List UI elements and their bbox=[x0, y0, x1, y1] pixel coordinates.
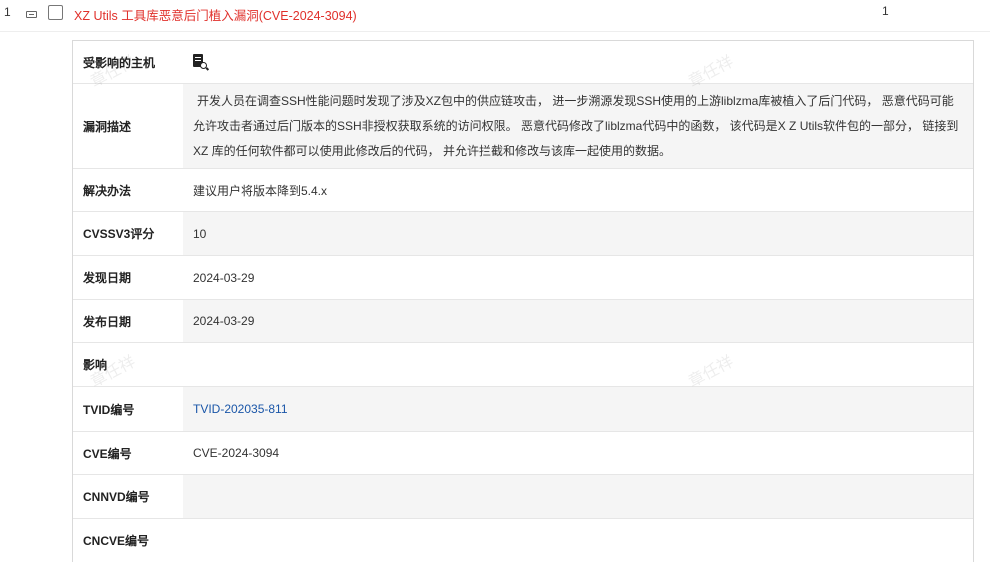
cve-value: CVE-2024-3094 bbox=[193, 446, 280, 460]
impact-label: 影响 bbox=[73, 343, 183, 386]
detail-row-cnnvd: CNNVD编号 bbox=[73, 475, 973, 519]
impact-value bbox=[183, 343, 973, 386]
cnnvd-label: CNNVD编号 bbox=[73, 475, 183, 518]
vuln-detail-panel: 受影响的主机 漏洞描述 开发人员在调查SSH性能问题时发现了涉及XZ包中的供应链… bbox=[72, 40, 974, 562]
detail-row-affected-host: 受影响的主机 bbox=[73, 41, 973, 84]
row-checkbox[interactable] bbox=[48, 5, 63, 20]
publish-date-value: 2024-03-29 bbox=[183, 300, 973, 342]
detail-row-cve: CVE编号 CVE-2024-3094 bbox=[73, 432, 973, 475]
detail-row-solution: 解决办法 建议用户将版本降到5.4.x bbox=[73, 169, 973, 212]
cvss-value: 10 bbox=[183, 212, 973, 255]
description-label: 漏洞描述 bbox=[73, 84, 183, 168]
tvid-value: TVID-202035-811 bbox=[183, 387, 973, 431]
vuln-title[interactable]: XZ Utils 工具库恶意后门植入漏洞(CVE-2024-3094) bbox=[74, 5, 357, 24]
tvid-link[interactable]: TVID-202035-811 bbox=[193, 402, 288, 416]
detail-row-impact: 影响 bbox=[73, 343, 973, 387]
row-count: 1 bbox=[882, 4, 889, 18]
vuln-list-row[interactable]: 1 XZ Utils 工具库恶意后门植入漏洞(CVE-2024-3094) 1 bbox=[0, 0, 990, 32]
affected-host-label: 受影响的主机 bbox=[73, 41, 183, 83]
detail-row-publish-date: 发布日期 2024-03-29 bbox=[73, 300, 973, 343]
description-value: 开发人员在调查SSH性能问题时发现了涉及XZ包中的供应链攻击， 进一步溯源发现S… bbox=[183, 84, 973, 168]
host-search-icon[interactable] bbox=[193, 54, 207, 70]
detail-row-description: 漏洞描述 开发人员在调查SSH性能问题时发现了涉及XZ包中的供应链攻击， 进一步… bbox=[73, 84, 973, 169]
solution-value: 建议用户将版本降到5.4.x bbox=[193, 183, 328, 198]
collapse-icon[interactable] bbox=[26, 11, 37, 18]
detail-row-found-date: 发现日期 2024-03-29 bbox=[73, 256, 973, 300]
detail-row-cvss: CVSSV3评分 10 bbox=[73, 212, 973, 256]
found-date-value: 2024-03-29 bbox=[193, 270, 255, 285]
detail-row-tvid: TVID编号 TVID-202035-811 bbox=[73, 387, 973, 432]
affected-host-value bbox=[183, 41, 973, 83]
row-index: 1 bbox=[4, 5, 11, 19]
found-date-label: 发现日期 bbox=[73, 256, 183, 299]
publish-date-label: 发布日期 bbox=[73, 300, 183, 342]
cnnvd-value bbox=[183, 475, 973, 518]
cvss-label: CVSSV3评分 bbox=[73, 212, 183, 255]
tvid-label: TVID编号 bbox=[73, 387, 183, 431]
solution-label: 解决办法 bbox=[73, 169, 183, 211]
description-text: 开发人员在调查SSH性能问题时发现了涉及XZ包中的供应链攻击， 进一步溯源发现S… bbox=[193, 93, 959, 158]
cve-label: CVE编号 bbox=[73, 432, 183, 474]
